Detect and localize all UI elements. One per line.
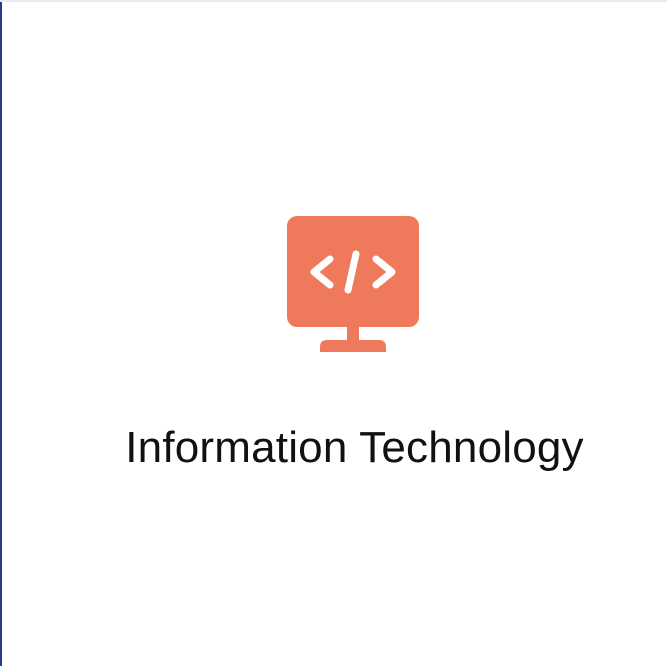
card-title: Information Technology: [125, 423, 584, 472]
code-monitor-icon: [287, 216, 419, 352]
category-card[interactable]: Information Technology: [2, 2, 667, 666]
